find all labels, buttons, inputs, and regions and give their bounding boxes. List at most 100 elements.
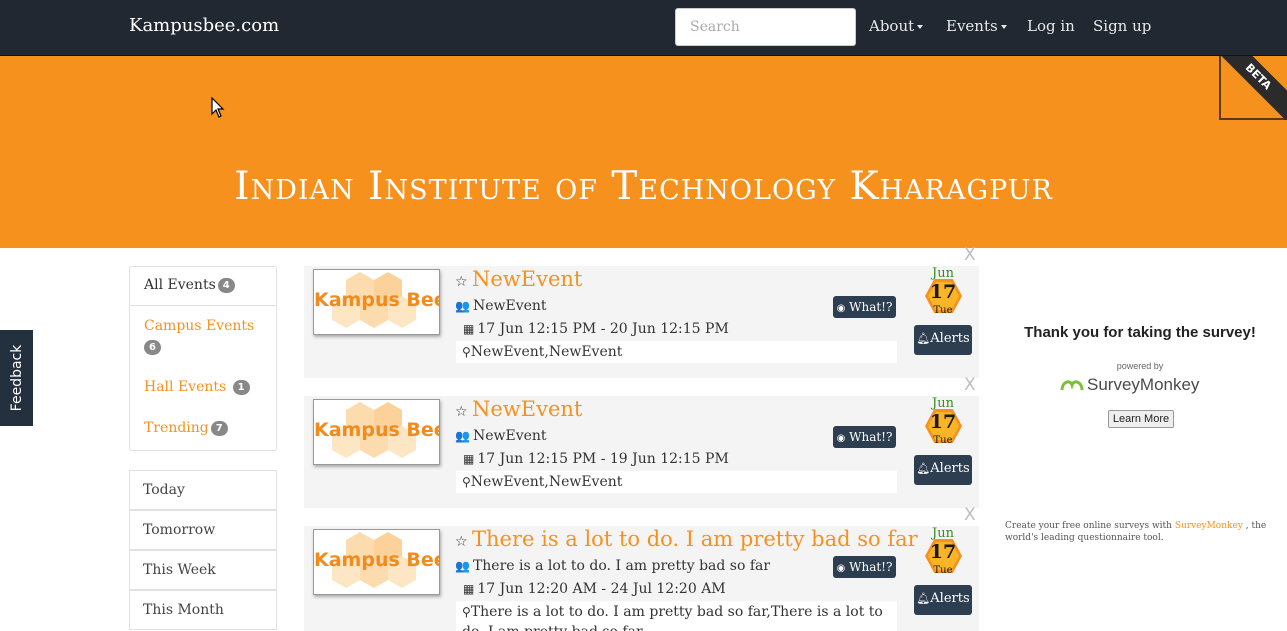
feedback-tab[interactable]: Feedback bbox=[0, 330, 33, 426]
alerts-button[interactable]: 🔔︎Alerts bbox=[914, 325, 972, 355]
surveymonkey-brand: SurveyMonkey bbox=[1087, 375, 1200, 394]
event-title[interactable]: NewEvent bbox=[472, 397, 582, 421]
bell-icon: 🔔︎ bbox=[916, 592, 931, 605]
alerts-button[interactable]: 🔔︎Alerts bbox=[914, 585, 972, 615]
date-month: Jun bbox=[932, 396, 954, 411]
thumbnail-text: Kampus Bee bbox=[314, 419, 440, 441]
close-event-button[interactable]: X bbox=[964, 375, 976, 395]
users-icon: 👥 bbox=[455, 299, 470, 313]
event-thumbnail[interactable]: Kampus Bee bbox=[313, 529, 440, 595]
users-icon: 👥 bbox=[455, 559, 470, 573]
filter-label: Trending bbox=[144, 420, 209, 436]
count-badge: 6 bbox=[144, 339, 161, 355]
filter-campus-events[interactable]: Campus Events bbox=[144, 318, 254, 334]
category-filter: All Events 4 Campus Events 6 Hall Events … bbox=[129, 266, 277, 451]
organizer-text: NewEvent bbox=[472, 298, 547, 314]
date-weekday: Tue bbox=[933, 435, 953, 446]
eye-icon: ◉ bbox=[836, 303, 846, 314]
survey-thanks-heading: Thank you for taking the survey! bbox=[1024, 324, 1256, 341]
about-menu[interactable]: About bbox=[869, 17, 924, 35]
date-day: 17 bbox=[929, 541, 957, 563]
date-weekday: Tue bbox=[933, 305, 953, 316]
count-badge: 7 bbox=[210, 420, 228, 436]
institute-title: Indian Institute of Technology Kharagpur bbox=[234, 164, 1053, 209]
filter-tomorrow[interactable]: Tomorrow bbox=[129, 510, 277, 550]
event-title[interactable]: There is a lot to do. I am pretty bad so… bbox=[472, 527, 918, 551]
datetime-text: 17 Jun 12:15 PM - 19 Jun 12:15 PM bbox=[477, 451, 729, 467]
datetime-text: 17 Jun 12:20 AM - 24 Jul 12:20 AM bbox=[477, 581, 726, 597]
location-text: NewEvent,NewEvent bbox=[470, 344, 623, 360]
calendar-icon: ▦ bbox=[463, 322, 475, 336]
event-title[interactable]: NewEvent bbox=[472, 267, 582, 291]
filter-today[interactable]: Today bbox=[129, 470, 277, 510]
location-text: There is a lot to do. I am pretty bad so… bbox=[462, 604, 883, 631]
event-thumbnail[interactable]: Kampus Bee bbox=[313, 269, 440, 335]
filter-label: Campus Events bbox=[144, 318, 255, 334]
filter-trending[interactable]: Trending 7 bbox=[144, 420, 228, 436]
event-organizer: 👥 There is a lot to do. I am pretty bad s… bbox=[455, 558, 770, 574]
create-prefix: Create your free online surveys with bbox=[1005, 521, 1172, 531]
calendar-icon: ▦ bbox=[463, 582, 475, 596]
eye-icon: ◉ bbox=[836, 563, 846, 574]
event-datetime: ▦ 17 Jun 12:15 PM - 20 Jun 12:15 PM bbox=[463, 321, 729, 337]
powered-by-text: powered by bbox=[1116, 361, 1164, 371]
create-survey-text: Create your free online surveys with Sur… bbox=[1005, 520, 1275, 544]
datetime-text: 17 Jun 12:15 PM - 20 Jun 12:15 PM bbox=[477, 321, 729, 337]
alerts-label: Alerts bbox=[930, 461, 970, 476]
filter-this-week[interactable]: This Week bbox=[129, 550, 277, 590]
organizer-text: There is a lot to do. I am pretty bad so… bbox=[472, 558, 771, 574]
filter-all-events[interactable]: All Events 4 bbox=[144, 277, 235, 293]
close-event-button[interactable]: X bbox=[964, 245, 976, 265]
event-organizer: 👥 NewEvent bbox=[455, 298, 547, 314]
event-datetime: ▦ 17 Jun 12:15 PM - 19 Jun 12:15 PM bbox=[463, 451, 729, 467]
what-button[interactable]: ◉ What!? bbox=[833, 296, 896, 318]
signup-link[interactable]: Sign up bbox=[1093, 17, 1151, 35]
learn-more-button[interactable]: Learn More bbox=[1108, 410, 1174, 428]
search-input[interactable] bbox=[675, 8, 856, 46]
surveymonkey-link[interactable]: SurveyMonkey bbox=[1175, 521, 1243, 531]
event-datetime: ▦ 17 Jun 12:20 AM - 24 Jul 12:20 AM bbox=[463, 581, 726, 597]
event-card: Kampus Bee ☆ NewEvent 👥 NewEvent ▦ 17 Jun … bbox=[304, 266, 979, 378]
what-label: What!? bbox=[849, 560, 893, 574]
what-label: What!? bbox=[849, 300, 893, 314]
date-month: Jun bbox=[932, 526, 954, 541]
hero-banner: Indian Institute of Technology Kharagpur… bbox=[0, 56, 1287, 248]
alerts-label: Alerts bbox=[930, 591, 970, 606]
chevron-down-icon bbox=[1000, 25, 1007, 29]
beta-ribbon: BETA bbox=[1219, 56, 1287, 120]
what-button[interactable]: ◉ What!? bbox=[833, 426, 896, 448]
brand-link[interactable]: Kampusbee.com bbox=[129, 15, 279, 36]
login-link[interactable]: Log in bbox=[1027, 17, 1075, 35]
date-day: 17 bbox=[929, 281, 957, 303]
filter-hall-events[interactable]: Hall Events 1 bbox=[144, 379, 250, 395]
event-location: ⚲There is a lot to do. I am pretty bad s… bbox=[456, 601, 897, 631]
about-label: About bbox=[869, 17, 915, 35]
star-icon[interactable]: ☆ bbox=[455, 274, 468, 290]
alerts-label: Alerts bbox=[930, 331, 970, 346]
organizer-text: NewEvent bbox=[472, 428, 547, 444]
top-navbar: Kampusbee.com About Events Log in Sign u… bbox=[0, 0, 1287, 56]
thumbnail-text: Kampus Bee bbox=[314, 549, 440, 571]
map-marker-icon: ⚲ bbox=[462, 605, 471, 619]
what-button[interactable]: ◉ What!? bbox=[833, 556, 896, 578]
date-badge: Jun 17 Tue bbox=[921, 526, 965, 586]
event-location: ⚲NewEvent,NewEvent bbox=[456, 341, 897, 363]
filter-label: All Events bbox=[144, 277, 216, 293]
feedback-label: Feedback bbox=[8, 344, 25, 412]
date-month: Jun bbox=[932, 266, 954, 281]
event-thumbnail[interactable]: Kampus Bee bbox=[313, 399, 440, 465]
eye-icon: ◉ bbox=[836, 433, 846, 444]
star-icon[interactable]: ☆ bbox=[455, 404, 468, 420]
date-day: 17 bbox=[929, 411, 957, 433]
campus-count: 6 bbox=[144, 339, 161, 355]
chevron-down-icon bbox=[917, 25, 924, 29]
star-icon[interactable]: ☆ bbox=[455, 534, 468, 550]
events-menu[interactable]: Events bbox=[946, 17, 1007, 35]
event-organizer: 👥 NewEvent bbox=[455, 428, 547, 444]
bell-icon: 🔔︎ bbox=[916, 462, 931, 475]
filter-this-month[interactable]: This Month bbox=[129, 590, 277, 630]
location-text: NewEvent,NewEvent bbox=[470, 474, 623, 490]
alerts-button[interactable]: 🔔︎Alerts bbox=[914, 455, 972, 485]
date-badge: Jun 17 Tue bbox=[921, 396, 965, 456]
close-event-button[interactable]: X bbox=[964, 505, 976, 525]
